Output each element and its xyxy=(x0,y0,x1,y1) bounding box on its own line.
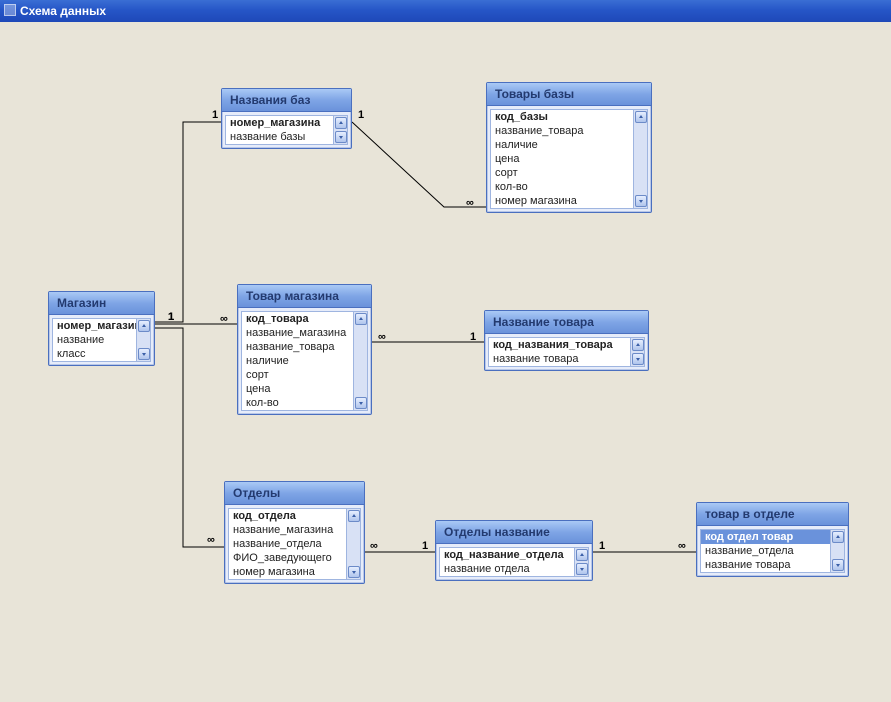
scroll-down-button[interactable] xyxy=(348,566,360,578)
table-title[interactable]: Название товара xyxy=(485,311,648,334)
table-otdely_nazvanie[interactable]: Отделы название код_название_отделаназван… xyxy=(435,520,593,581)
table-field-list[interactable]: код_товараназвание_магазинаназвание_това… xyxy=(241,311,368,411)
schema-canvas[interactable]: 111∞1∞1∞∞1∞11∞Магазинномер_магазинаназва… xyxy=(0,22,891,702)
cardinality-label: 1 xyxy=(470,331,476,343)
cardinality-label: 1 xyxy=(168,311,174,323)
table-field[interactable]: название_отдела xyxy=(701,544,830,558)
scroll-down-button[interactable] xyxy=(635,195,647,207)
scroll-up-button[interactable] xyxy=(832,531,844,543)
scrollbar[interactable] xyxy=(633,110,647,208)
table-field[interactable]: название отдела xyxy=(440,562,574,576)
table-field[interactable]: название товара xyxy=(489,352,630,366)
table-field[interactable]: название товара xyxy=(701,558,830,572)
table-otdely[interactable]: Отделы код_отделаназвание_магазинаназвани… xyxy=(224,481,365,584)
scrollbar[interactable] xyxy=(333,116,347,144)
table-nazvaniya_baz[interactable]: Названия баз номер_магазинаназвание базы xyxy=(221,88,352,149)
cardinality-label: ∞ xyxy=(207,534,215,546)
window-title: Схема данных xyxy=(20,4,106,18)
scroll-down-button[interactable] xyxy=(576,563,588,575)
scrollbar[interactable] xyxy=(830,530,844,572)
cardinality-label: 1 xyxy=(212,109,218,121)
table-title[interactable]: Товар магазина xyxy=(238,285,371,308)
table-field-list[interactable]: код_базыназвание_товараналичиеценасортко… xyxy=(490,109,648,209)
table-field[interactable]: название_отдела xyxy=(229,537,346,551)
table-field[interactable]: ФИО_заведующего xyxy=(229,551,346,565)
scroll-up-button[interactable] xyxy=(348,510,360,522)
table-field[interactable]: класс xyxy=(53,347,136,361)
app-icon xyxy=(4,4,16,16)
table-field[interactable]: код_название_отдела xyxy=(440,548,574,562)
table-field[interactable]: название_товара xyxy=(491,124,633,138)
scroll-down-button[interactable] xyxy=(355,397,367,409)
table-field[interactable]: наличие xyxy=(242,354,353,368)
table-field[interactable]: код_отдела xyxy=(229,509,346,523)
table-field[interactable]: кол-во xyxy=(491,180,633,194)
cardinality-label: 1 xyxy=(168,311,174,323)
cardinality-label: 1 xyxy=(358,109,364,121)
table-field[interactable]: номер_магазина xyxy=(226,116,333,130)
table-title[interactable]: Названия баз xyxy=(222,89,351,112)
table-field[interactable]: сорт xyxy=(491,166,633,180)
scroll-up-button[interactable] xyxy=(355,313,367,325)
scrollbar[interactable] xyxy=(346,509,360,579)
scroll-down-button[interactable] xyxy=(138,348,150,360)
cardinality-label: ∞ xyxy=(370,540,378,552)
table-field[interactable]: код_базы xyxy=(491,110,633,124)
cardinality-label: 1 xyxy=(422,540,428,552)
scrollbar[interactable] xyxy=(353,312,367,410)
table-field[interactable]: номер_магазина xyxy=(53,319,136,333)
cardinality-label: ∞ xyxy=(466,197,474,209)
table-field[interactable]: код_товара xyxy=(242,312,353,326)
table-field[interactable]: цена xyxy=(491,152,633,166)
table-nazvanie_tovara[interactable]: Название товара код_названия_товараназван… xyxy=(484,310,649,371)
scroll-down-button[interactable] xyxy=(832,559,844,571)
scroll-down-button[interactable] xyxy=(335,131,347,143)
cardinality-label: ∞ xyxy=(220,313,228,325)
table-field-list[interactable]: код_название_отделаназвание отдела xyxy=(439,547,589,577)
scroll-up-button[interactable] xyxy=(632,339,644,351)
table-field-list[interactable]: код_названия_товараназвание товара xyxy=(488,337,645,367)
table-title[interactable]: товар в отделе xyxy=(697,503,848,526)
table-tovar_v_otdele[interactable]: товар в отделе код отдел товарназвание_от… xyxy=(696,502,849,577)
table-field[interactable]: код отдел товар xyxy=(701,530,830,544)
table-tovar_magazina[interactable]: Товар магазина код_товараназвание_магазин… xyxy=(237,284,372,415)
table-field[interactable]: название_магазина xyxy=(229,523,346,537)
table-title[interactable]: Магазин xyxy=(49,292,154,315)
table-field[interactable]: название xyxy=(53,333,136,347)
table-tovary_bazy[interactable]: Товары базы код_базыназвание_товараналичи… xyxy=(486,82,652,213)
scrollbar[interactable] xyxy=(574,548,588,576)
scrollbar[interactable] xyxy=(136,319,150,361)
table-field-list[interactable]: номер_магазинаназваниекласс xyxy=(52,318,151,362)
table-title[interactable]: Отделы название xyxy=(436,521,592,544)
scroll-up-button[interactable] xyxy=(576,549,588,561)
scroll-up-button[interactable] xyxy=(635,111,647,123)
table-field[interactable]: сорт xyxy=(242,368,353,382)
scroll-up-button[interactable] xyxy=(138,320,150,332)
table-field[interactable]: цена xyxy=(242,382,353,396)
window-titlebar[interactable]: Схема данных xyxy=(0,0,891,22)
table-field[interactable]: название базы xyxy=(226,130,333,144)
table-field[interactable]: номер магазина xyxy=(491,194,633,208)
table-magazin[interactable]: Магазин номер_магазинаназваниекласс xyxy=(48,291,155,366)
cardinality-label: 1 xyxy=(168,311,174,323)
table-field[interactable]: номер магазина xyxy=(229,565,346,579)
scroll-up-button[interactable] xyxy=(335,117,347,129)
table-field-list[interactable]: код_отделаназвание_магазинаназвание_отде… xyxy=(228,508,361,580)
cardinality-label: 1 xyxy=(599,540,605,552)
table-field[interactable]: кол-во xyxy=(242,396,353,410)
cardinality-label: ∞ xyxy=(678,540,686,552)
table-field-list[interactable]: код отдел товарназвание_отделаназвание т… xyxy=(700,529,845,573)
scroll-down-button[interactable] xyxy=(632,353,644,365)
table-field[interactable]: код_названия_товара xyxy=(489,338,630,352)
table-field-list[interactable]: номер_магазинаназвание базы xyxy=(225,115,348,145)
table-field[interactable]: наличие xyxy=(491,138,633,152)
table-field[interactable]: название_товара xyxy=(242,340,353,354)
table-title[interactable]: Отделы xyxy=(225,482,364,505)
table-field[interactable]: название_магазина xyxy=(242,326,353,340)
scrollbar[interactable] xyxy=(630,338,644,366)
table-title[interactable]: Товары базы xyxy=(487,83,651,106)
cardinality-label: ∞ xyxy=(378,331,386,343)
